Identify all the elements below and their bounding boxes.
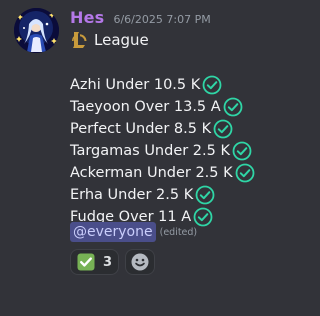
everyone-mention[interactable]: @everyone <box>70 222 156 242</box>
list-item: Taeyoon Over 13.5 A <box>70 96 255 118</box>
list-item: Perfect Under 8.5 K <box>70 118 255 140</box>
bet-list: Azhi Under 10.5 K Taeyoon Over 13.5 A Pe… <box>70 74 255 228</box>
list-item: Erha Under 2.5 K <box>70 184 255 206</box>
check-circle-icon <box>232 141 252 161</box>
mention-line: @everyone (edited) <box>70 222 197 242</box>
check-circle-icon <box>235 163 255 183</box>
bet-text: Ackerman Under 2.5 K <box>70 165 233 181</box>
list-item: Azhi Under 10.5 K <box>70 74 255 96</box>
check-circle-icon <box>213 119 233 139</box>
list-item: Ackerman Under 2.5 K <box>70 162 255 184</box>
bet-text: Targamas Under 2.5 K <box>70 143 230 159</box>
add-reaction-smiley-icon <box>131 253 149 271</box>
check-circle-icon <box>202 75 222 95</box>
bet-text: Azhi Under 10.5 K <box>70 77 201 93</box>
bet-text: Taeyoon Over 13.5 A <box>70 99 221 115</box>
reaction-bar: 3 <box>70 249 156 275</box>
avatar-image <box>14 8 59 53</box>
chat-message: Hes 6/6/2025 7:07 PM League Azhi Under 1… <box>0 0 270 316</box>
timestamp[interactable]: 6/6/2025 7:07 PM <box>113 13 210 26</box>
check-circle-icon <box>223 97 243 117</box>
username[interactable]: Hes <box>70 8 104 27</box>
white-check-mark-icon <box>77 253 95 271</box>
bet-text: Erha Under 2.5 K <box>70 187 194 203</box>
league-of-legends-icon <box>72 32 87 48</box>
edited-label: (edited) <box>159 226 198 238</box>
avatar[interactable] <box>14 8 59 53</box>
message-header: Hes 6/6/2025 7:07 PM <box>70 8 211 27</box>
league-line: League <box>70 30 149 50</box>
reaction-check-mark[interactable]: 3 <box>70 249 120 275</box>
add-reaction-button[interactable] <box>125 249 156 275</box>
reaction-count: 3 <box>103 254 113 270</box>
league-label: League <box>94 31 149 49</box>
list-item: Targamas Under 2.5 K <box>70 140 255 162</box>
check-circle-icon <box>195 185 215 205</box>
bet-text: Perfect Under 8.5 K <box>70 121 212 137</box>
